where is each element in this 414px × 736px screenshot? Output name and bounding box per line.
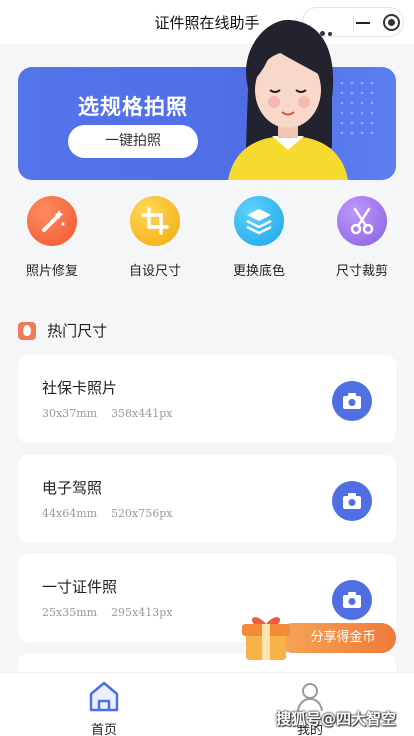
size-name: 一寸证件照 — [42, 578, 118, 596]
size-card[interactable]: 电子驾照 44x64mm 520x756px — [18, 455, 396, 543]
person-illustration — [228, 19, 348, 180]
section-title: 热门尺寸 — [47, 322, 108, 340]
scissors-icon — [337, 196, 387, 246]
size-name: 电子驾照 — [42, 479, 103, 497]
flame-icon — [18, 321, 36, 340]
home-icon — [89, 681, 119, 712]
camera-icon — [343, 393, 361, 409]
feature-label: 更换底色 — [232, 264, 285, 279]
feature-label: 照片修复 — [25, 264, 78, 279]
watermark: 搜狐号@四大智空 — [276, 710, 397, 728]
camera-button[interactable] — [332, 381, 372, 421]
feature-label: 自设尺寸 — [128, 264, 181, 279]
size-name: 社保卡照片 — [42, 379, 118, 397]
crop-icon — [130, 196, 180, 246]
size-mm: 44x64mm — [42, 507, 98, 520]
camera-icon — [343, 493, 361, 509]
minimize-icon[interactable] — [356, 22, 370, 24]
feature-change-background[interactable]: 更换底色 — [219, 196, 299, 282]
size-px: 295x413px — [111, 606, 173, 619]
size-mm: 25x35mm — [42, 606, 98, 619]
magic-wand-icon — [27, 196, 77, 246]
tab-home[interactable]: 首页 — [64, 679, 144, 736]
size-spec: 25x35mm 295x413px — [42, 606, 173, 619]
share-coins-label: 分享得金币 — [278, 623, 396, 653]
tab-label: 首页 — [90, 723, 117, 736]
size-px: 520x756px — [111, 507, 173, 520]
size-spec: 44x64mm 520x756px — [42, 507, 173, 520]
size-spec: 30x37mm 358x441px — [42, 407, 173, 420]
feature-photo-repair[interactable]: 照片修复 — [12, 196, 92, 282]
feature-label: 尺寸裁剪 — [335, 264, 388, 279]
size-px: 358x441px — [111, 407, 173, 420]
one-tap-photo-button[interactable]: 一键拍照 — [68, 125, 198, 158]
size-card[interactable]: 社保卡照片 30x37mm 358x441px — [18, 355, 396, 443]
feature-size-cropping[interactable]: 尺寸裁剪 — [322, 196, 402, 282]
feature-custom-size[interactable]: 自设尺寸 — [115, 196, 195, 282]
layers-icon — [234, 196, 284, 246]
size-mm: 30x37mm — [42, 407, 98, 420]
banner-headline: 选规格拍照 — [78, 95, 188, 119]
hot-sizes-header: 热门尺寸 — [18, 320, 107, 342]
camera-button[interactable] — [332, 481, 372, 521]
gift-icon — [242, 617, 290, 660]
share-coins-promo[interactable]: 分享得金币 — [238, 610, 398, 664]
close-mini-program-icon[interactable] — [383, 14, 400, 31]
feature-shortcuts: 照片修复 自设尺寸 更换底色 尺寸裁剪 — [0, 196, 414, 282]
title-bar: 证件照在线助手 — [0, 0, 414, 44]
